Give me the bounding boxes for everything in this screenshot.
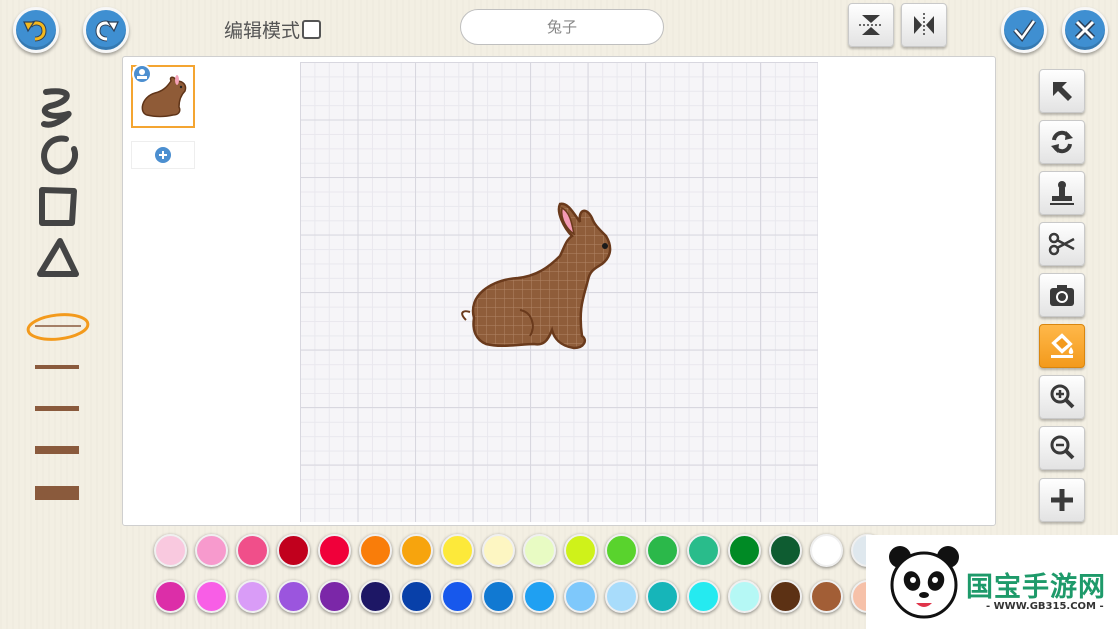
paint-bucket-tool-button[interactable] (1039, 324, 1085, 368)
scissors-tool-button[interactable] (1039, 222, 1085, 266)
watermark-title: 国宝手游网 (966, 572, 1106, 603)
add-circle-icon (155, 147, 171, 163)
color-swatch[interactable] (810, 580, 843, 613)
confirm-button[interactable] (1001, 7, 1047, 53)
color-swatch[interactable] (318, 580, 351, 613)
color-swatch[interactable] (154, 580, 187, 613)
user-badge-icon (132, 64, 152, 84)
color-swatch[interactable] (523, 580, 556, 613)
zoom-out-button[interactable] (1039, 426, 1085, 470)
color-swatch[interactable] (605, 534, 638, 567)
color-swatch[interactable] (728, 580, 761, 613)
stroke-width-1[interactable] (26, 308, 92, 344)
undo-button[interactable] (13, 7, 59, 53)
zoom-in-button[interactable] (1039, 375, 1085, 419)
checkmark-icon (1013, 19, 1037, 43)
undo-icon (23, 20, 47, 42)
zoom-in-icon (1050, 384, 1075, 409)
flip-horizontal-button[interactable] (901, 3, 947, 47)
color-swatch[interactable] (646, 580, 679, 613)
select-tool-button[interactable] (1039, 69, 1085, 113)
color-swatch[interactable] (277, 534, 310, 567)
add-costume-button[interactable] (131, 141, 195, 169)
stamp-icon (1050, 181, 1074, 205)
color-swatch[interactable] (728, 534, 761, 567)
color-swatch[interactable] (605, 580, 638, 613)
rectangle-icon (39, 187, 77, 226)
color-swatch[interactable] (523, 534, 556, 567)
color-swatch[interactable] (441, 580, 474, 613)
watermark: 国宝手游网 - WWW.GB315.COM - (866, 535, 1118, 629)
flip-vertical-icon (859, 15, 883, 35)
color-swatch[interactable] (769, 534, 802, 567)
rectangle-tool[interactable] (36, 185, 80, 229)
color-swatch[interactable] (482, 580, 515, 613)
triangle-icon (37, 238, 79, 277)
close-icon (1074, 19, 1096, 41)
color-swatch[interactable] (236, 580, 269, 613)
edit-mode-label: 编辑模式 (224, 20, 301, 42)
drawing-canvas[interactable] (300, 62, 818, 522)
zoom-out-icon (1050, 435, 1075, 460)
color-swatch[interactable] (564, 534, 597, 567)
add-button[interactable] (1039, 478, 1085, 522)
triangle-tool[interactable] (36, 236, 80, 280)
flip-horizontal-icon (914, 13, 934, 37)
color-swatch[interactable] (769, 580, 802, 613)
rotate-tool-button[interactable] (1039, 120, 1085, 164)
stroke-width-4[interactable] (35, 446, 79, 454)
cancel-button[interactable] (1062, 7, 1108, 53)
color-swatch[interactable] (195, 580, 228, 613)
color-swatch[interactable] (154, 534, 187, 567)
color-swatch[interactable] (482, 534, 515, 567)
curve-tool[interactable] (36, 84, 80, 128)
color-swatch[interactable] (277, 580, 310, 613)
camera-icon (1050, 285, 1074, 306)
color-swatch[interactable] (441, 534, 474, 567)
panda-logo-icon (889, 546, 959, 619)
stroke-width-2[interactable] (35, 365, 79, 369)
redo-icon (95, 20, 119, 42)
stroke-width-5[interactable] (35, 486, 79, 500)
color-swatch[interactable] (687, 580, 720, 613)
ellipse-icon (41, 135, 79, 175)
rotate-icon (1051, 130, 1073, 154)
watermark-url: - WWW.GB315.COM - (986, 601, 1104, 612)
edit-mode-checkbox[interactable] (302, 20, 322, 39)
ellipse-tool[interactable] (36, 133, 80, 177)
color-swatch[interactable] (236, 534, 269, 567)
selected-stroke-icon (26, 313, 90, 341)
color-swatch[interactable] (318, 534, 351, 567)
camera-tool-button[interactable] (1039, 273, 1085, 317)
color-swatch[interactable] (687, 534, 720, 567)
curve-icon (41, 88, 72, 128)
color-swatch[interactable] (359, 534, 392, 567)
plus-icon (1051, 489, 1073, 511)
rabbit-drawing (461, 202, 612, 350)
stamp-tool-button[interactable] (1039, 171, 1085, 215)
paint-bucket-icon (1051, 333, 1074, 358)
color-swatch[interactable] (359, 580, 392, 613)
color-swatch[interactable] (195, 534, 228, 567)
edit-mode-toggle[interactable]: 编辑模式 (224, 16, 322, 43)
stroke-width-3[interactable] (35, 406, 79, 411)
redo-button[interactable] (83, 7, 129, 53)
scissors-icon (1048, 232, 1075, 256)
flip-vertical-button[interactable] (848, 3, 894, 47)
color-swatch[interactable] (646, 534, 679, 567)
select-arrow-icon (1053, 82, 1072, 101)
color-swatch[interactable] (810, 534, 843, 567)
color-swatch[interactable] (400, 534, 433, 567)
sprite-name-input[interactable]: 兔子 (460, 9, 664, 45)
color-swatch[interactable] (564, 580, 597, 613)
color-swatch[interactable] (400, 580, 433, 613)
